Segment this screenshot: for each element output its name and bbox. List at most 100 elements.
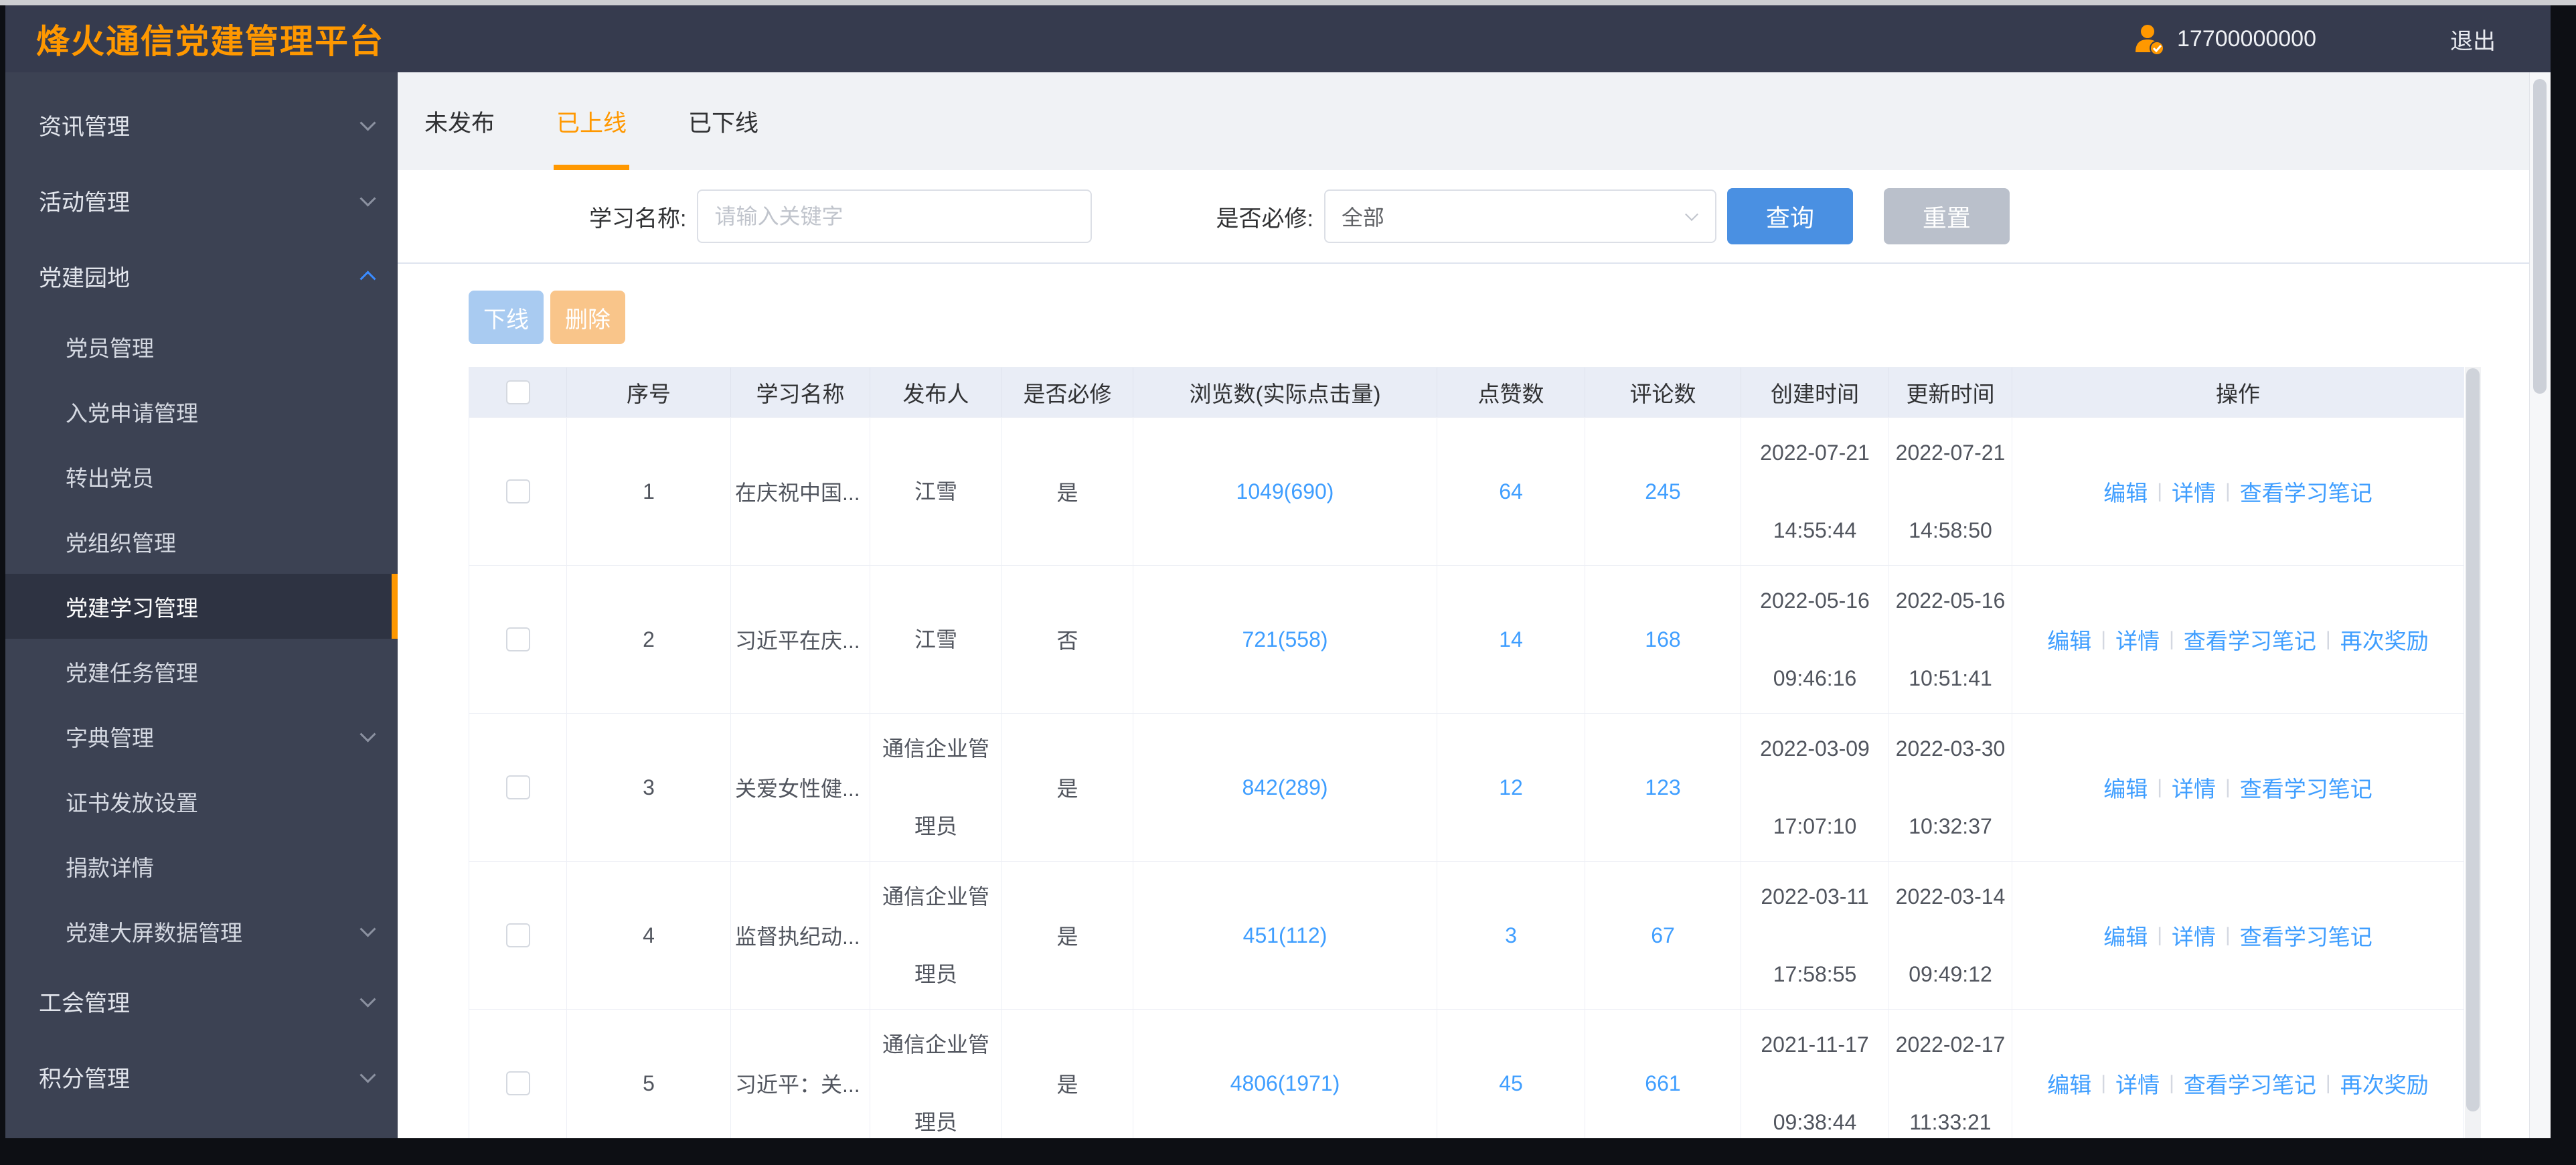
action-separator: | (2225, 480, 2231, 502)
chevron-down-icon (359, 1067, 376, 1083)
row-checkbox[interactable] (505, 775, 530, 799)
action-separator: | (2157, 480, 2162, 502)
cell-updated-time-lines: 2022-02-17 11:33:21 (1896, 1034, 2006, 1133)
action-link-0[interactable]: 编辑 (2047, 623, 2091, 655)
sidebar-item-dictionary[interactable]: 字典管理 (5, 704, 398, 769)
action-link-1[interactable]: 详情 (2172, 475, 2216, 508)
sidebar-item-news[interactable]: 资讯管理 (5, 87, 398, 163)
row-checkbox[interactable] (505, 1071, 530, 1095)
sidebar-item-task[interactable]: 党建任务管理 (5, 639, 398, 704)
tab-unpublished[interactable]: 未发布 (424, 72, 495, 170)
likes-link[interactable]: 3 (1505, 923, 1517, 948)
cell-index: 1 (567, 418, 731, 565)
sidebar-item-label: 资讯管理 (39, 114, 130, 140)
likes-link[interactable]: 14 (1499, 627, 1523, 652)
views-link[interactable]: 721(558) (1242, 627, 1327, 652)
action-link-1[interactable]: 详情 (2115, 1067, 2160, 1099)
cell-created-time-line: 09:38:44 (1773, 1110, 1857, 1134)
cell-views: 1049(690) (1133, 418, 1437, 565)
reset-button[interactable]: 重置 (1883, 188, 2010, 244)
action-link-3[interactable]: 再次奖励 (2340, 623, 2429, 655)
cell-publisher-lines: 通信企业管 理员 (882, 738, 989, 837)
action-link-2[interactable]: 查看学习笔记 (2240, 475, 2372, 508)
row-checkbox[interactable] (505, 479, 530, 503)
sidebar-item-donation[interactable]: 捐款详情 (5, 834, 398, 899)
action-link-2[interactable]: 查看学习笔记 (2240, 771, 2372, 803)
sidebar-item-points[interactable]: 积分管理 (5, 1039, 398, 1115)
action-link-2[interactable]: 查看学习笔记 (2184, 623, 2316, 655)
action-link-0[interactable]: 编辑 (2047, 1067, 2091, 1099)
table-scrollbar-thumb[interactable] (2466, 368, 2480, 1111)
sidebar-item-transfer-out[interactable]: 转出党员 (5, 444, 398, 509)
logout-button[interactable]: 退出 (2450, 23, 2496, 56)
cell-publisher-lines: 通信企业管 理员 (882, 1034, 989, 1133)
sidebar-item-certificate[interactable]: 证书发放设置 (5, 769, 398, 834)
likes-link[interactable]: 12 (1499, 775, 1523, 800)
cell-checkbox (469, 714, 567, 861)
cell-study-name: 习近平：关... (731, 1010, 870, 1138)
offline-button[interactable]: 下线 (469, 291, 544, 344)
action-separator: | (2157, 924, 2162, 946)
cell-required: 否 (1002, 566, 1133, 713)
cell-comments: 168 (1585, 566, 1741, 713)
action-link-0[interactable]: 编辑 (2103, 771, 2148, 803)
required-label: 是否必修: (1216, 206, 1313, 232)
action-link-2[interactable]: 查看学习笔记 (2240, 919, 2372, 951)
tab-offline[interactable]: 已下线 (688, 72, 758, 170)
comments-link[interactable]: 245 (1645, 479, 1680, 504)
select-all-checkbox[interactable] (505, 380, 530, 404)
table-header-row: 序号 学习名称 发布人 是否必修 浏览数(实际点击量) 点赞数 评论数 创建时间 更新时间 操作 (469, 368, 2464, 417)
views-link[interactable]: 842(289) (1242, 775, 1327, 800)
cell-updated-time-lines: 2022-03-30 10:32:37 (1896, 738, 2006, 837)
action-link-1[interactable]: 详情 (2172, 771, 2216, 803)
action-link-0[interactable]: 编辑 (2103, 919, 2148, 951)
likes-link[interactable]: 64 (1499, 479, 1523, 504)
action-link-1[interactable]: 详情 (2115, 623, 2160, 655)
sidebar-item-message[interactable]: 消息管理 (5, 1115, 398, 1138)
sidebar-item-study[interactable]: 党建学习管理 (5, 574, 398, 639)
table-scrollbar[interactable] (2465, 367, 2481, 1138)
views-link[interactable]: 4806(1971) (1230, 1071, 1340, 1096)
sidebar-item-union[interactable]: 工会管理 (5, 963, 398, 1039)
action-link-0[interactable]: 编辑 (2103, 475, 2148, 508)
action-link-2[interactable]: 查看学习笔记 (2184, 1067, 2316, 1099)
app-window: 烽火通信党建管理平台 17700000000 退出 资讯管理 活动管理 党建园地 党员… (5, 5, 2551, 1138)
sidebar-item-member[interactable]: 党员管理 (5, 314, 398, 379)
views-link[interactable]: 451(112) (1243, 923, 1327, 948)
action-link-3[interactable]: 再次奖励 (2340, 1067, 2429, 1099)
sidebar-item-join-apply[interactable]: 入党申请管理 (5, 379, 398, 444)
page-scrollbar-thumb[interactable] (2533, 79, 2547, 394)
comments-link[interactable]: 123 (1645, 775, 1680, 800)
comments-link[interactable]: 661 (1645, 1071, 1680, 1096)
cell-comments: 661 (1585, 1010, 1741, 1138)
cell-created-time: 2021-11-17 09:38:44 (1741, 1010, 1889, 1138)
sidebar-item-big-screen[interactable]: 党建大屏数据管理 (5, 899, 398, 963)
page-scrollbar[interactable] (2529, 72, 2551, 1138)
actions-links: 编辑 | 详情 | 查看学习笔记 (2103, 771, 2372, 803)
sidebar-item-organization[interactable]: 党组织管理 (5, 509, 398, 574)
row-checkbox[interactable] (505, 923, 530, 947)
cell-created-time-lines: 2022-03-09 17:07:10 (1760, 738, 1870, 837)
header-cell-checkbox (469, 368, 567, 417)
cell-likes: 12 (1437, 714, 1585, 861)
views-link[interactable]: 1049(690) (1236, 479, 1334, 504)
delete-button[interactable]: 删除 (550, 291, 625, 344)
likes-link[interactable]: 45 (1499, 1071, 1523, 1096)
tab-online[interactable]: 已上线 (554, 72, 630, 170)
cell-study-name: 监督执纪动... (731, 862, 870, 1009)
sidebar-item-party-garden[interactable]: 党建园地 (5, 238, 398, 314)
required-select[interactable]: 全部 (1323, 189, 1716, 243)
header-cell-7: 创建时间 (1741, 368, 1889, 417)
content-area: 未发布 已上线 已下线 学习名称: 是否必修: 全部 查询 重置 (398, 72, 2529, 1138)
comments-link[interactable]: 67 (1651, 923, 1675, 948)
cell-updated-time: 2022-03-14 09:49:12 (1889, 862, 2012, 1009)
study-name-input[interactable] (697, 189, 1093, 243)
cell-updated-time-line: 09:49:12 (1909, 962, 1992, 986)
action-link-1[interactable]: 详情 (2172, 919, 2216, 951)
comments-link[interactable]: 168 (1645, 627, 1680, 652)
search-button[interactable]: 查询 (1726, 188, 1853, 244)
cell-publisher-line: 理员 (914, 814, 957, 838)
sidebar-item-activity[interactable]: 活动管理 (5, 163, 398, 238)
sidebar-item-label: 党建任务管理 (66, 660, 198, 686)
row-checkbox[interactable] (505, 627, 530, 651)
